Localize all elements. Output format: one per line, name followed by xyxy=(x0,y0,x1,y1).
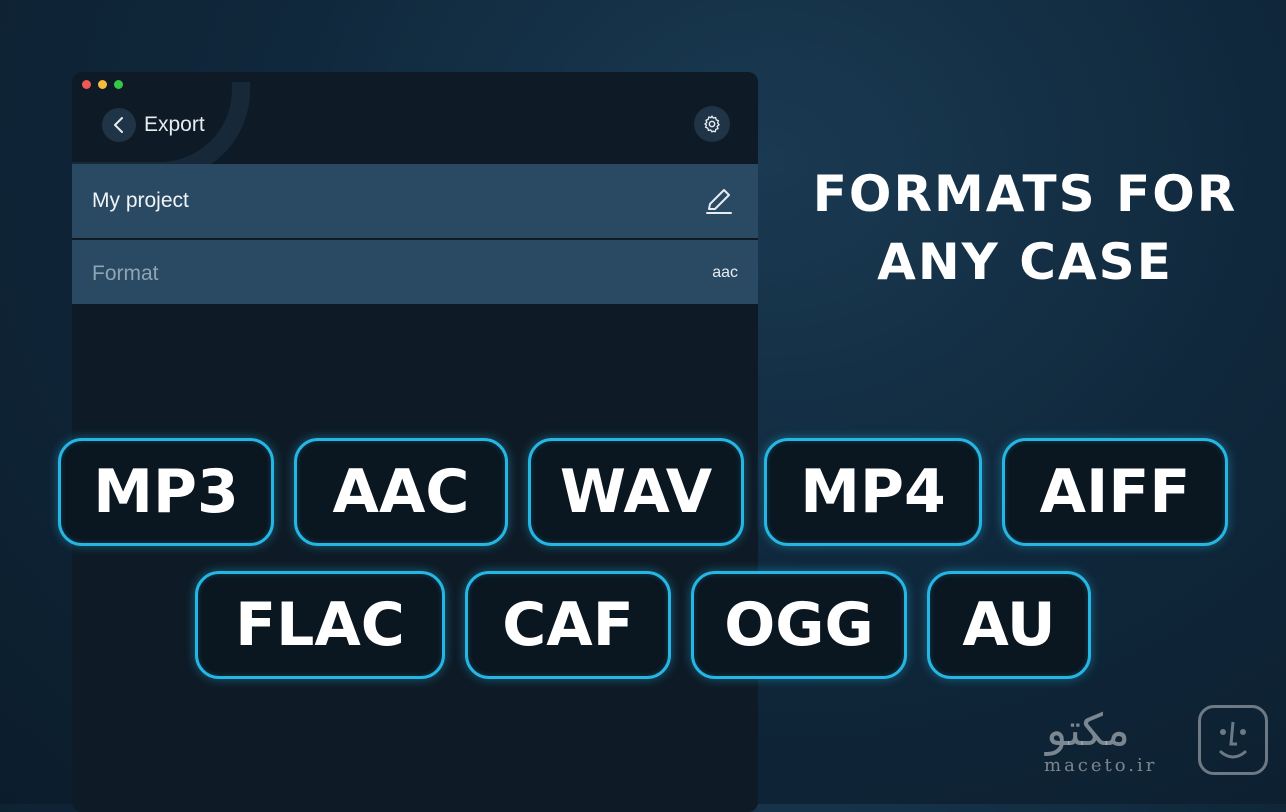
pencil-icon xyxy=(706,189,732,214)
formats-row-2: FLAC CAF OGG AU xyxy=(0,571,1286,679)
window-controls xyxy=(82,80,123,89)
maximize-window-button[interactable] xyxy=(114,80,123,89)
project-name: My project xyxy=(92,189,189,212)
close-window-button[interactable] xyxy=(82,80,91,89)
format-chip-aac: AAC xyxy=(294,438,508,546)
headline-line-1: FORMATS FOR xyxy=(812,165,1238,223)
brand-name: مکتو xyxy=(1046,705,1130,756)
watermark: مکتو maceto.ir xyxy=(1008,705,1268,785)
format-chip-mp4: MP4 xyxy=(764,438,982,546)
headline: FORMATS FOR ANY CASE xyxy=(780,160,1270,296)
format-chip-mp3: MP3 xyxy=(58,438,274,546)
headline-line-2: ANY CASE xyxy=(877,233,1173,291)
header: Export xyxy=(72,102,758,152)
format-chip-ogg: OGG xyxy=(691,571,907,679)
format-value: aac xyxy=(712,264,738,281)
format-chip-caf: CAF xyxy=(465,571,671,679)
format-chip-wav: WAV xyxy=(528,438,744,546)
format-chip-aiff: AIFF xyxy=(1002,438,1228,546)
edit-name-button[interactable] xyxy=(702,184,736,218)
format-chip-flac: FLAC xyxy=(195,571,445,679)
back-button[interactable] xyxy=(102,108,136,142)
smiley-logo-icon xyxy=(1198,705,1268,775)
format-label: Format xyxy=(92,262,159,285)
formats-row-1: MP3 AAC WAV MP4 AIFF xyxy=(0,438,1286,546)
project-name-row[interactable]: My project xyxy=(72,164,758,238)
chevron-left-icon xyxy=(114,117,123,133)
format-row[interactable]: Format aac xyxy=(72,240,758,304)
brand-domain: maceto.ir xyxy=(1044,755,1158,776)
page-title: Export xyxy=(144,113,205,136)
format-chip-au: AU xyxy=(927,571,1091,679)
gear-icon xyxy=(704,115,720,133)
settings-button[interactable] xyxy=(694,106,730,142)
minimize-window-button[interactable] xyxy=(98,80,107,89)
